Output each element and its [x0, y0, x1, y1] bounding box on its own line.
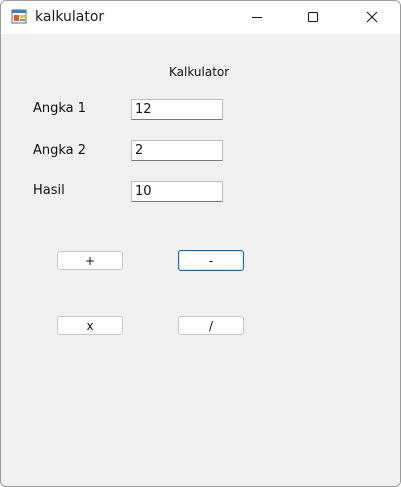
add-button[interactable]: + — [57, 251, 123, 270]
title-bar[interactable]: kalkulator — [1, 1, 400, 34]
angka1-input[interactable]: 12 — [131, 99, 223, 120]
maximize-icon — [308, 12, 318, 22]
form-client-area: Kalkulator Angka 1 12 Angka 2 2 Hasil 10… — [1, 34, 400, 486]
divide-button[interactable]: / — [178, 316, 244, 335]
close-icon — [366, 11, 378, 23]
calculator-window: kalkulator Kalkulator Angka 1 12 Angka 2… — [0, 0, 401, 487]
multiply-button[interactable]: x — [57, 316, 123, 335]
app-icon — [11, 8, 29, 26]
angka1-label: Angka 1 — [33, 101, 87, 116]
minimize-icon — [252, 17, 262, 18]
maximize-button[interactable] — [285, 1, 341, 33]
hasil-label: Hasil — [33, 183, 65, 198]
close-button[interactable] — [344, 1, 400, 33]
form-heading: Kalkulator — [169, 65, 230, 79]
angka2-label: Angka 2 — [33, 143, 87, 158]
hasil-output[interactable]: 10 — [131, 181, 223, 202]
angka2-input[interactable]: 2 — [131, 140, 223, 161]
window-title: kalkulator — [35, 9, 105, 25]
minimize-button[interactable] — [229, 1, 285, 33]
subtract-button[interactable]: - — [178, 250, 244, 271]
